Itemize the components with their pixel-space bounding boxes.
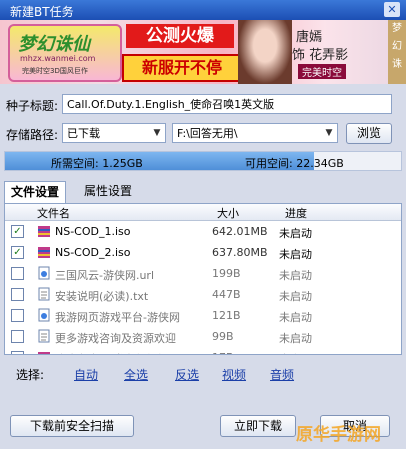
browse-button[interactable]: 浏览 (346, 123, 392, 144)
column-size[interactable]: 大小 (217, 205, 239, 221)
title-bar: 新建BT任务 ✕ (0, 0, 406, 20)
file-row[interactable]: ✓ NS-COD_2.iso 637.80MB 未启动 (5, 242, 401, 263)
file-checkbox[interactable] (11, 351, 24, 354)
select-label: 选择: (16, 368, 45, 382)
select-audio-link[interactable]: 音频 (270, 366, 294, 383)
disk-space-bar: 所需空间: 1.25GB 可用空间: 22.34GB (4, 151, 402, 171)
file-row[interactable]: 欢迎各大BT发布组织加入 17B 未启动 (5, 347, 401, 354)
archive-icon (37, 350, 51, 354)
file-status: 未启动 (279, 290, 312, 303)
chevron-down-icon[interactable]: ▼ (149, 124, 165, 142)
seed-title-label: 种子标题: (6, 99, 59, 113)
file-row[interactable]: 三国风云-游侠网.url 199B 未启动 (5, 263, 401, 284)
file-name: 更多游戏咨询及资源欢迎 (55, 332, 176, 345)
file-name: 安装说明(必读).txt (55, 290, 149, 303)
select-auto-link[interactable]: 自动 (74, 366, 98, 383)
file-status: 未启动 (279, 269, 312, 282)
tab-property-settings[interactable]: 属性设置 (78, 181, 138, 202)
url-file-icon (37, 308, 51, 322)
ad-subline: 新服开不停 (122, 54, 242, 82)
file-size: 642.01MB (212, 225, 268, 238)
available-space: 可用空间: 22.34GB (245, 157, 344, 170)
file-size: 99B (212, 330, 234, 343)
file-checkbox[interactable] (11, 309, 24, 322)
actress-role: 饰 花弄影 (292, 48, 349, 63)
logo-title: 梦幻诛仙 (18, 34, 90, 55)
file-row[interactable]: ✓ NS-COD_1.iso 642.01MB 未启动 (5, 221, 401, 242)
file-size: 17B (212, 351, 234, 354)
file-status: 未启动 (279, 351, 312, 354)
file-row[interactable]: 安装说明(必读).txt 447B 未启动 (5, 284, 401, 305)
close-button[interactable]: ✕ (384, 2, 400, 17)
select-invert-link[interactable]: 反选 (175, 366, 199, 383)
file-size: 447B (212, 288, 241, 301)
logo-subtitle: 完美时空3D国风巨作 (22, 67, 88, 75)
text-file-icon (37, 329, 51, 343)
save-path-label: 存储路径: (6, 128, 59, 142)
file-row[interactable]: 更多游戏咨询及资源欢迎 99B 未启动 (5, 326, 401, 347)
file-name: 欢迎各大BT发布组织加入 (55, 351, 179, 354)
actress-name: 唐嫣 (296, 30, 323, 45)
file-name: 三国风云-游侠网.url (55, 269, 155, 282)
file-list: 文件名 大小 进度 ✓ NS-COD_1.iso 642.01MB 未启动 ✓ NS-CO… (4, 203, 402, 355)
path-value: F:\回答无用\ (177, 127, 238, 140)
url-file-icon (37, 266, 51, 280)
chevron-down-icon[interactable]: ▼ (321, 124, 337, 142)
site-watermark: 原华手游网 (296, 425, 381, 445)
file-status: 未启动 (279, 311, 312, 324)
window-title: 新建BT任务 (10, 5, 74, 19)
file-list-header: 文件名 大小 进度 (5, 204, 401, 221)
logo-url: mhzx.wanmei.com (20, 54, 96, 63)
file-status: 未启动 (279, 248, 312, 261)
file-size: 199B (212, 267, 241, 280)
file-checkbox[interactable]: ✓ (11, 225, 24, 238)
column-name[interactable]: 文件名 (37, 205, 70, 221)
actress-portrait (238, 20, 292, 84)
file-status: 未启动 (279, 227, 312, 240)
category-dropdown[interactable]: 已下载 ▼ (62, 123, 166, 143)
banner-side-text: 梦幻诛 (388, 20, 406, 84)
download-now-button[interactable]: 立即下载 (220, 415, 296, 437)
company-name: 完美时空 (298, 64, 346, 79)
file-row[interactable]: 我游网页游戏平台-游侠网 121B 未启动 (5, 305, 401, 326)
seed-title-input[interactable]: Call.Of.Duty.1.English_使命召唤1英文版 (62, 94, 392, 114)
tab-bar: 文件设置 属性设置 (4, 181, 402, 203)
select-video-link[interactable]: 视频 (222, 366, 246, 383)
required-space: 所需空间: 1.25GB (51, 157, 143, 170)
ad-headline: 公测火爆 (126, 24, 234, 48)
iso-archive-icon (37, 245, 51, 259)
file-size: 121B (212, 309, 241, 322)
file-name: NS-COD_2.iso (55, 246, 131, 259)
text-file-icon (37, 287, 51, 301)
file-name: 我游网页游戏平台-游侠网 (55, 311, 180, 324)
security-scan-button[interactable]: 下载前安全扫描 (10, 415, 134, 437)
iso-archive-icon (37, 224, 51, 238)
file-size: 637.80MB (212, 246, 268, 259)
file-checkbox[interactable] (11, 267, 24, 280)
file-name: NS-COD_1.iso (55, 225, 131, 238)
column-status[interactable]: 进度 (285, 205, 307, 221)
file-checkbox[interactable] (11, 288, 24, 301)
select-all-link[interactable]: 全选 (124, 366, 148, 383)
ad-banner[interactable]: 梦幻诛仙 mhzx.wanmei.com 完美时空3D国风巨作 公测火爆 新服开… (0, 20, 406, 84)
file-status: 未启动 (279, 332, 312, 345)
tab-file-settings[interactable]: 文件设置 (4, 181, 67, 203)
file-checkbox[interactable]: ✓ (11, 246, 24, 259)
path-dropdown[interactable]: F:\回答无用\ ▼ (172, 123, 338, 143)
category-value: 已下载 (67, 127, 100, 140)
file-checkbox[interactable] (11, 330, 24, 343)
game-logo: 梦幻诛仙 mhzx.wanmei.com 完美时空3D国风巨作 (8, 24, 122, 82)
